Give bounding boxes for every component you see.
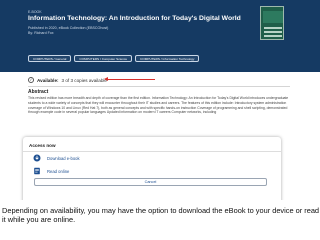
download-ebook-option[interactable]: Download e-book (33, 154, 80, 162)
book-cover-thumbnail[interactable] (260, 6, 284, 40)
abstract-text: This revised edition has more breadth an… (28, 96, 289, 115)
record-header: E-BOOK Information Technology: An Introd… (0, 0, 320, 72)
read-online-label[interactable]: Read online (47, 169, 69, 174)
check-circle-icon: ✓ (28, 77, 34, 83)
cover-text-lines (264, 27, 282, 29)
availability-status: ✓ Available: 3 of 3 copies available (28, 77, 107, 83)
ebook-detail-screen: E-BOOK Information Technology: An Introd… (0, 0, 320, 200)
read-online-icon (33, 167, 41, 175)
dialog-divider (23, 151, 281, 152)
annotation-arrow (104, 76, 155, 81)
access-now-dialog: Access now Download e-book Read online C… (23, 137, 281, 200)
download-ebook-label[interactable]: Download e-book (47, 156, 80, 161)
read-online-option[interactable]: Read online (33, 167, 69, 175)
cancel-button[interactable]: Cancel (34, 178, 267, 186)
subject-tag[interactable]: COMPUTERS / Computer Science (74, 55, 133, 62)
tutorial-caption: Depending on availability, you may have … (2, 206, 320, 224)
cover-art (263, 11, 283, 23)
availability-value: 3 of 3 copies available (61, 77, 107, 83)
availability-label: Available: (37, 77, 59, 83)
publication-info: Published in 2020, eBook Collection (EBS… (28, 26, 109, 30)
book-title[interactable]: Information Technology: An Introduction … (28, 15, 241, 22)
section-divider (28, 86, 290, 87)
abstract-heading: Abstract (28, 89, 49, 95)
dialog-title: Access now (29, 143, 56, 148)
subject-tags: COMPUTERS / General COMPUTERS / Computer… (28, 55, 200, 62)
subject-tag[interactable]: COMPUTERS / Information Technology (135, 55, 200, 62)
subject-tag[interactable]: COMPUTERS / General (28, 55, 72, 62)
download-icon (33, 154, 41, 162)
author-byline: By: Richard Fox (28, 31, 54, 35)
item-type-label: E-BOOK (28, 10, 42, 14)
